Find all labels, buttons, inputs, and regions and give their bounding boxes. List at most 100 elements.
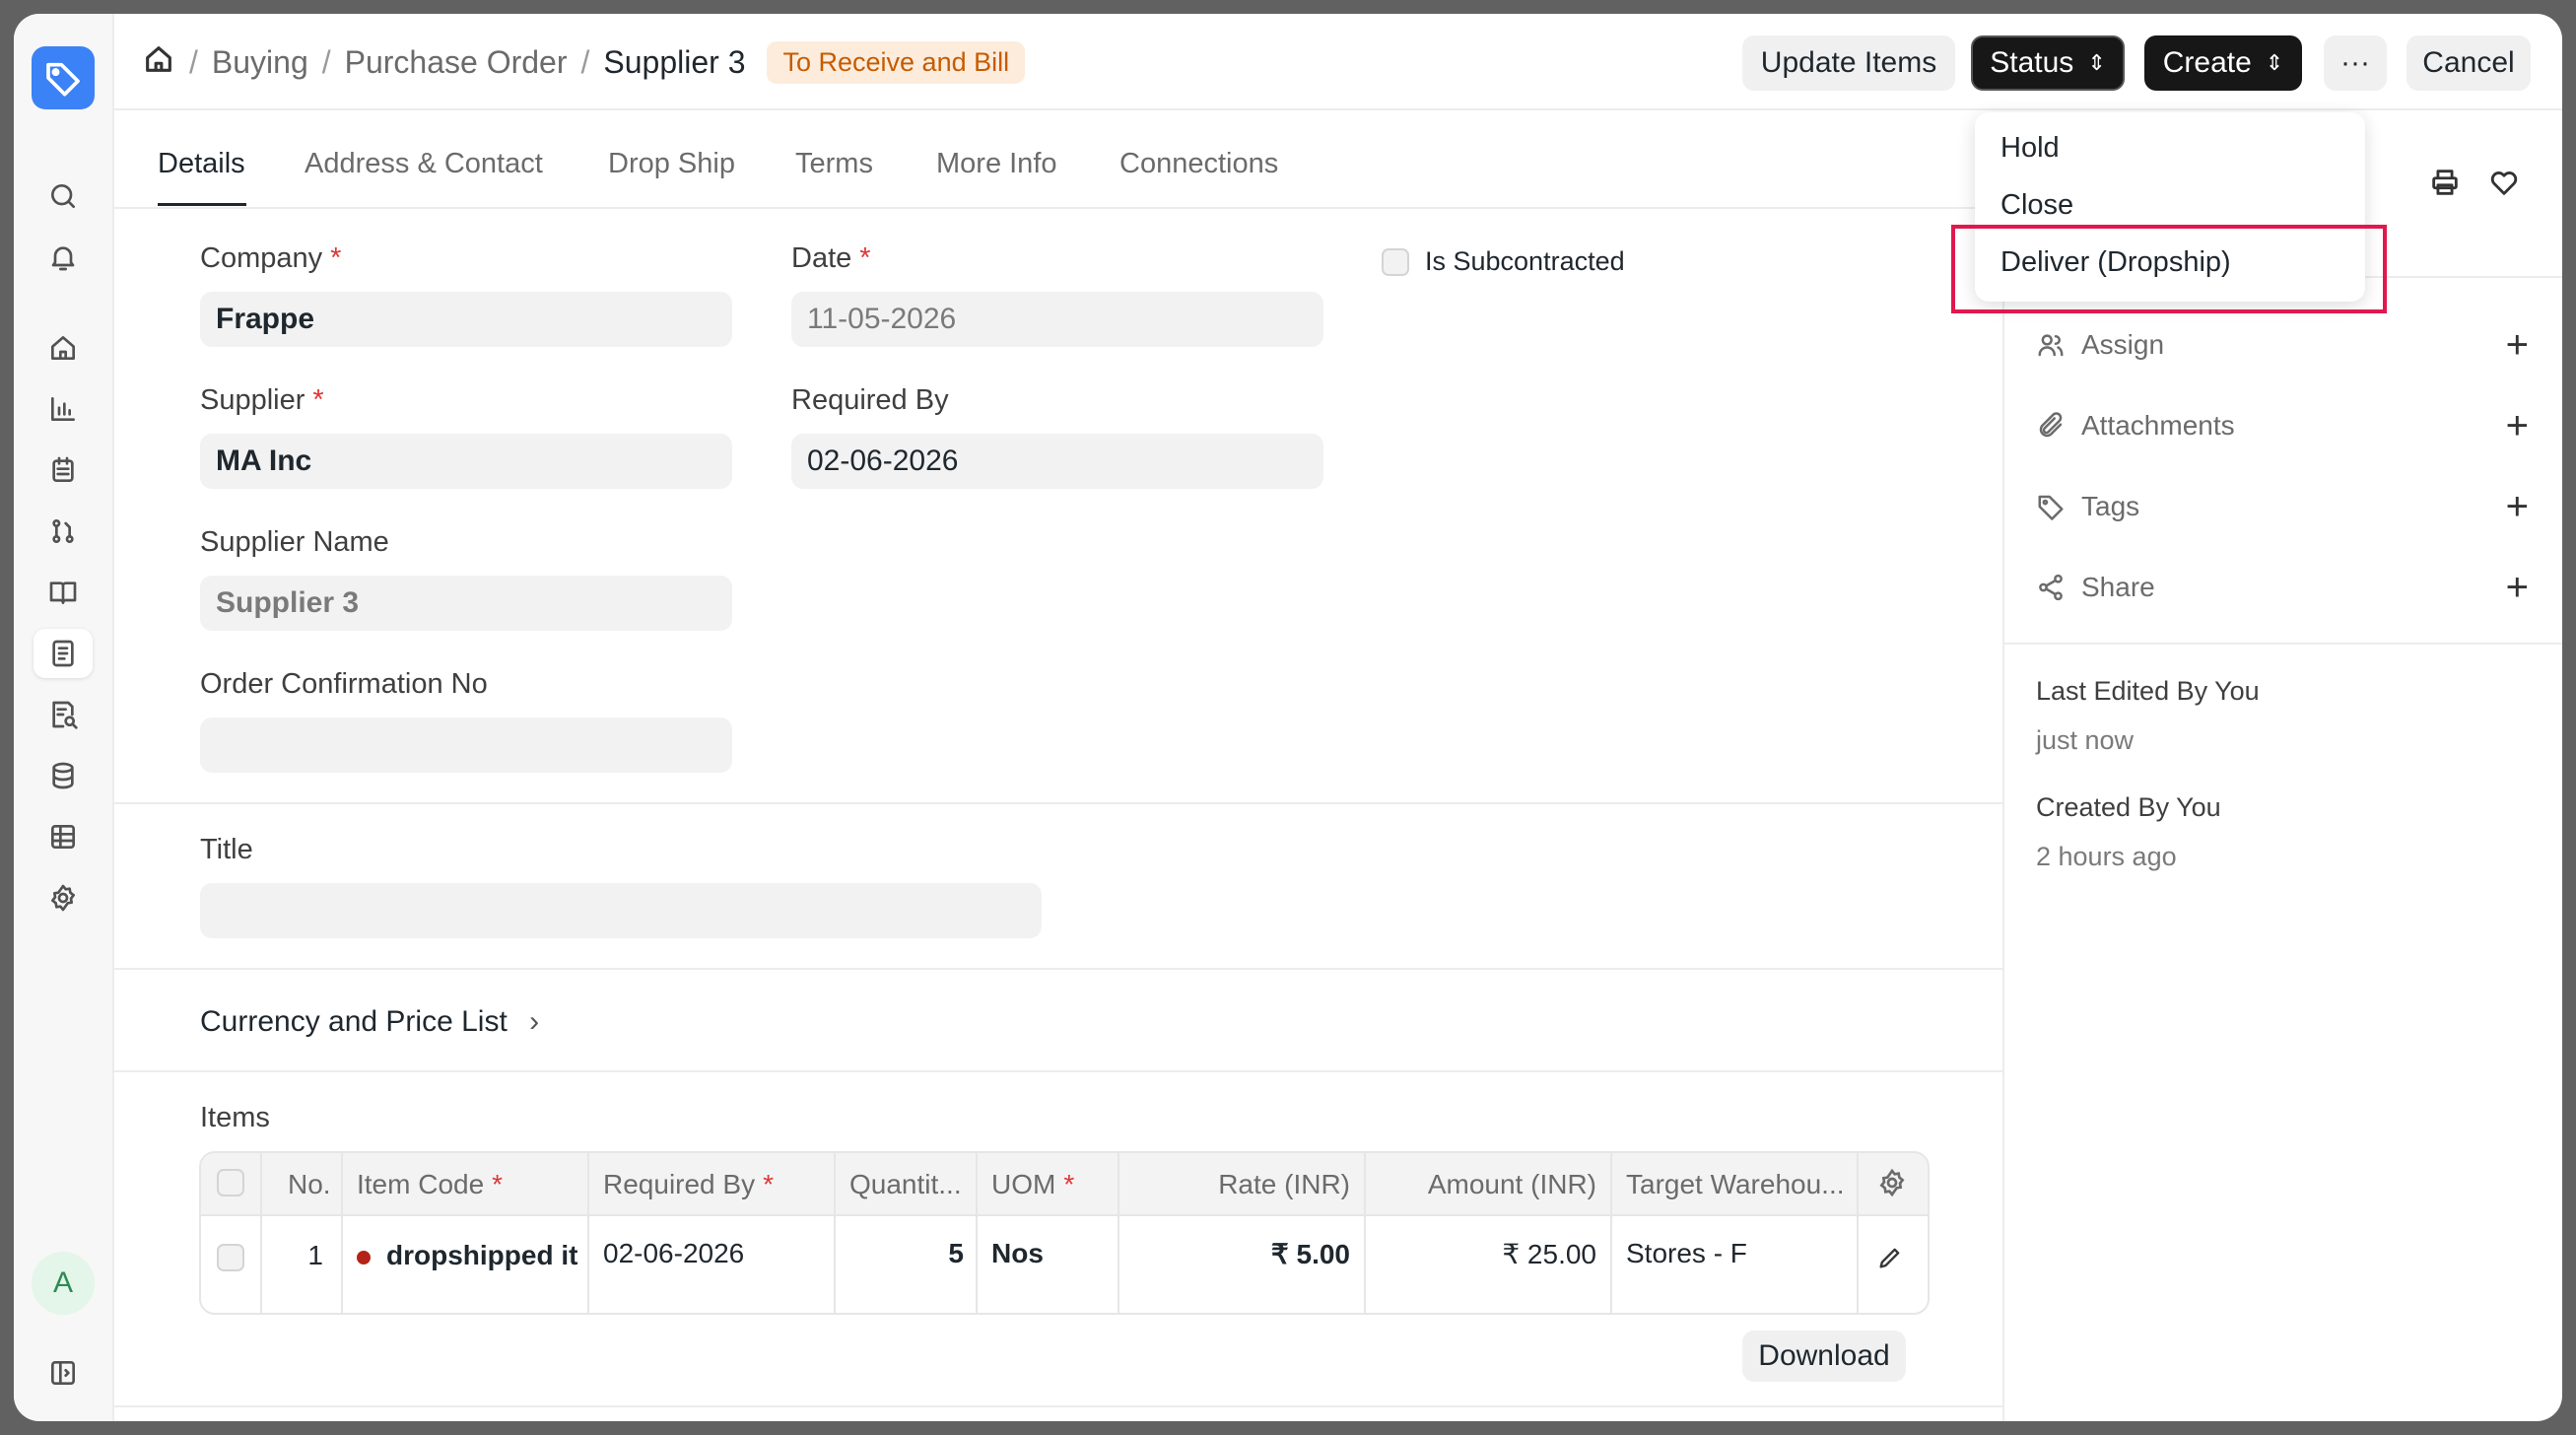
heart-icon[interactable] xyxy=(2487,166,2521,204)
tags-row[interactable]: Tags + xyxy=(2036,482,2529,531)
row-target-warehouse[interactable]: Stores - F xyxy=(1626,1238,1747,1269)
assign-label: Assign xyxy=(2081,329,2165,360)
section-divider xyxy=(114,968,2002,970)
tags-label: Tags xyxy=(2081,491,2140,521)
column-settings-icon[interactable] xyxy=(1876,1167,1912,1202)
status-button-label: Status xyxy=(1990,46,2074,79)
create-button[interactable]: Create ⇕ xyxy=(2144,35,2302,91)
row-no: 1 xyxy=(307,1240,323,1270)
select-all-checkbox[interactable] xyxy=(217,1169,244,1196)
breadcrumb-separator: / xyxy=(321,44,331,80)
receipt-search-icon[interactable] xyxy=(34,690,93,739)
search-icon[interactable] xyxy=(34,171,93,221)
breadcrumb-separator: / xyxy=(580,44,590,80)
app-logo-icon[interactable] xyxy=(32,46,95,109)
download-button[interactable]: Download xyxy=(1742,1331,1906,1382)
is-subcontracted-label: Is Subcontracted xyxy=(1425,246,1625,276)
tag-icon xyxy=(2038,495,2064,520)
home-breadcrumb-icon[interactable] xyxy=(142,42,175,84)
document-icon[interactable] xyxy=(34,629,93,678)
tab-details[interactable]: Details xyxy=(158,148,245,180)
order-confirmation-field[interactable] xyxy=(200,718,732,773)
cancel-button[interactable]: Cancel xyxy=(2407,35,2531,91)
tab-address-contact[interactable]: Address & Contact xyxy=(305,148,543,180)
date-field[interactable]: 11-05-2026 xyxy=(791,292,1323,347)
tab-more-info[interactable]: More Info xyxy=(936,148,1057,180)
column-header-quantity: Quantit... xyxy=(849,1169,962,1199)
items-table: No. Item Code * Required By * Quantit... U… xyxy=(199,1151,1930,1315)
tab-drop-ship[interactable]: Drop Ship xyxy=(608,148,735,180)
tab-connections[interactable]: Connections xyxy=(1119,148,1278,180)
git-branch-icon[interactable] xyxy=(34,507,93,556)
assign-row[interactable]: Assign + xyxy=(2036,320,2529,370)
column-header-target-warehouse: Target Warehou... xyxy=(1626,1169,1845,1199)
tab-terms[interactable]: Terms xyxy=(795,148,873,180)
required-by-field[interactable]: 02-06-2026 xyxy=(791,434,1323,489)
row-item-code[interactable]: dropshipped it xyxy=(357,1240,589,1271)
section-divider xyxy=(114,1070,2002,1072)
share-row[interactable]: Share + xyxy=(2036,563,2529,612)
chevron-up-down-icon: ⇕ xyxy=(2265,50,2284,75)
status-button[interactable]: Status ⇕ xyxy=(1971,35,2125,91)
user-avatar[interactable]: A xyxy=(32,1252,95,1315)
supplier-label: Supplier * xyxy=(200,384,324,416)
order-confirmation-label: Order Confirmation No xyxy=(200,668,488,700)
sidebar-toggle-icon[interactable] xyxy=(34,1348,93,1398)
menu-item-close[interactable]: Close xyxy=(2000,189,2073,222)
row-checkbox[interactable] xyxy=(217,1244,244,1271)
section-divider xyxy=(114,802,2002,804)
app-window: A / Buying / Purchase Order / Supplier 3… xyxy=(14,14,2562,1421)
page-header: / Buying / Purchase Order / Supplier 3 T… xyxy=(114,14,2562,110)
book-icon[interactable] xyxy=(34,568,93,617)
calendar-icon[interactable] xyxy=(34,445,93,495)
add-share-icon[interactable]: + xyxy=(2506,566,2529,610)
home-icon[interactable] xyxy=(34,323,93,373)
highlight-box xyxy=(1951,225,2387,313)
bar-chart-icon[interactable] xyxy=(34,384,93,434)
paperclip-icon xyxy=(2039,412,2063,438)
settings-icon[interactable] xyxy=(34,873,93,922)
breadcrumb-buying[interactable]: Buying xyxy=(212,44,308,81)
chevron-up-down-icon: ⇕ xyxy=(2087,50,2106,75)
form-tabs: Details Address & Contact Drop Ship Term… xyxy=(114,112,2002,209)
section-divider xyxy=(114,1405,2002,1407)
last-edited-time: just now xyxy=(2036,725,2135,755)
status-dot xyxy=(357,1250,371,1264)
created-time: 2 hours ago xyxy=(2036,842,2177,871)
row-uom[interactable]: Nos xyxy=(991,1238,1044,1269)
supplier-field[interactable]: MA Inc xyxy=(200,434,732,489)
created-label: Created By You xyxy=(2036,792,2221,822)
attachments-row[interactable]: Attachments + xyxy=(2036,401,2529,450)
database-icon[interactable] xyxy=(34,751,93,800)
add-attachment-icon[interactable]: + xyxy=(2506,404,2529,448)
column-header-required-by: Required By * xyxy=(603,1169,774,1199)
currency-price-list-section[interactable]: Currency and Price List › xyxy=(200,1005,539,1039)
title-field[interactable] xyxy=(200,883,1042,938)
add-tag-icon[interactable]: + xyxy=(2506,485,2529,529)
row-quantity[interactable]: 5 xyxy=(836,1238,964,1269)
column-header-item-code: Item Code * xyxy=(357,1169,504,1199)
row-required-by[interactable]: 02-06-2026 xyxy=(603,1238,744,1269)
company-field[interactable]: Frappe xyxy=(200,292,732,347)
breadcrumb-purchase-order[interactable]: Purchase Order xyxy=(345,44,568,81)
column-header-rate: Rate (INR) xyxy=(1218,1169,1350,1199)
attachments-label: Attachments xyxy=(2081,410,2235,441)
breadcrumb: / Buying / Purchase Order / Supplier 3 T… xyxy=(142,41,1026,84)
items-label: Items xyxy=(200,1102,270,1133)
table-icon[interactable] xyxy=(34,812,93,861)
row-amount: ₹ 25.00 xyxy=(1502,1239,1596,1269)
more-options-icon[interactable]: ··· xyxy=(2324,35,2387,91)
supplier-name-field: Supplier 3 xyxy=(200,576,732,631)
print-icon[interactable] xyxy=(2428,166,2462,204)
share-icon xyxy=(2039,574,2063,601)
is-subcontracted-checkbox[interactable] xyxy=(1382,248,1409,276)
title-label: Title xyxy=(200,834,253,865)
edit-row-icon[interactable] xyxy=(1876,1244,1912,1279)
menu-item-hold[interactable]: Hold xyxy=(2000,132,2060,165)
required-by-label: Required By xyxy=(791,384,949,416)
add-assign-icon[interactable]: + xyxy=(2506,323,2529,368)
bell-icon[interactable] xyxy=(34,233,93,282)
row-rate[interactable]: ₹ 5.00 xyxy=(1119,1238,1350,1270)
update-items-button[interactable]: Update Items xyxy=(1742,35,1955,91)
section-divider xyxy=(2004,643,2562,645)
